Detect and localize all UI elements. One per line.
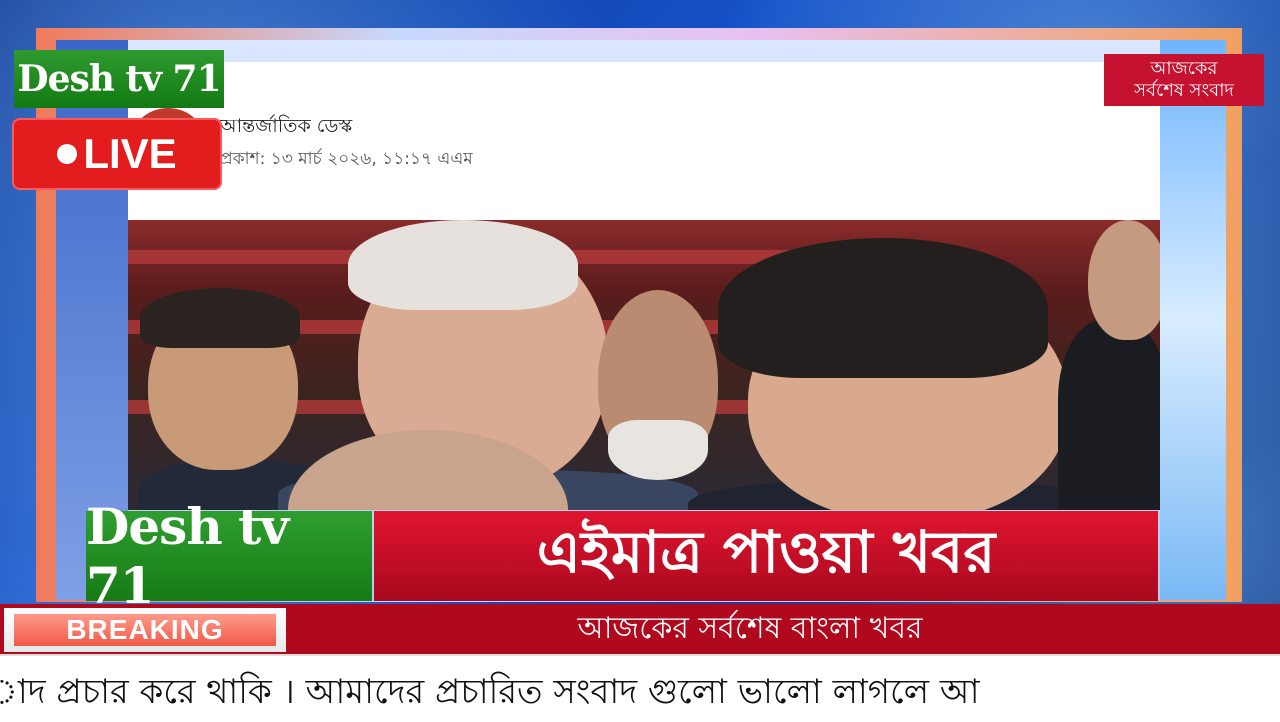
subheadline: আজকের সর্বশেষ বাংলা খবর — [290, 604, 1210, 654]
subheadline-text: আজকের সর্বশেষ বাংলা খবর — [577, 610, 923, 646]
ticker-text: াদ প্রচার করে থাকি । আমাদের প্রচারিত সংব… — [0, 672, 980, 712]
photo-person-hair — [140, 288, 300, 348]
photo-person-beard — [608, 420, 708, 480]
corner-badge-line1: আজকের — [1150, 58, 1218, 79]
article-header: আন্তর্জাতিক ডেস্ক প্রকাশ: ১৩ মার্চ ২০২৬,… — [128, 62, 1160, 221]
headline-banner: এইমাত্র পাওয়া খবর — [374, 511, 1158, 601]
photo-person-face — [1088, 220, 1160, 340]
breaking-label: BREAKING — [14, 614, 276, 646]
article-photo — [128, 220, 1160, 510]
live-dot-icon — [57, 144, 78, 164]
photo-person-hair — [718, 238, 1048, 378]
corner-badge: আজকের সর্বশেষ সংবাদ — [1104, 54, 1264, 106]
photo-person-hair — [348, 220, 578, 310]
live-badge: LIVE — [12, 118, 222, 190]
article-card: আন্তর্জাতিক ডেস্ক প্রকাশ: ১৩ মার্চ ২০২৬,… — [128, 62, 1160, 510]
breaking-badge: BREAKING — [4, 608, 286, 652]
news-ticker: াদ প্রচার করে থাকি । আমাদের প্রচারিত সংব… — [0, 654, 1280, 722]
frame-right-panel — [1160, 40, 1226, 600]
headline-text: এইমাত্র পাওয়া খবর — [536, 517, 996, 586]
article-published-date: প্রকাশ: ১৩ মার্চ ২০২৬, ১১:১৭ এএম — [220, 149, 473, 169]
channel-logo-text: Desh tv 71 — [17, 58, 221, 100]
channel-logo-bottom: Desh tv 71 — [86, 497, 372, 615]
live-label: LIVE — [83, 130, 177, 177]
channel-logo-text: Desh tv 71 — [86, 497, 289, 615]
corner-badge-line2: সর্বশেষ সংবাদ — [1134, 80, 1234, 101]
photo-person-suit — [1058, 320, 1160, 510]
article-author: আন্তর্জাতিক ডেস্ক — [220, 115, 353, 137]
channel-logo-top: Desh tv 71 — [14, 50, 224, 108]
